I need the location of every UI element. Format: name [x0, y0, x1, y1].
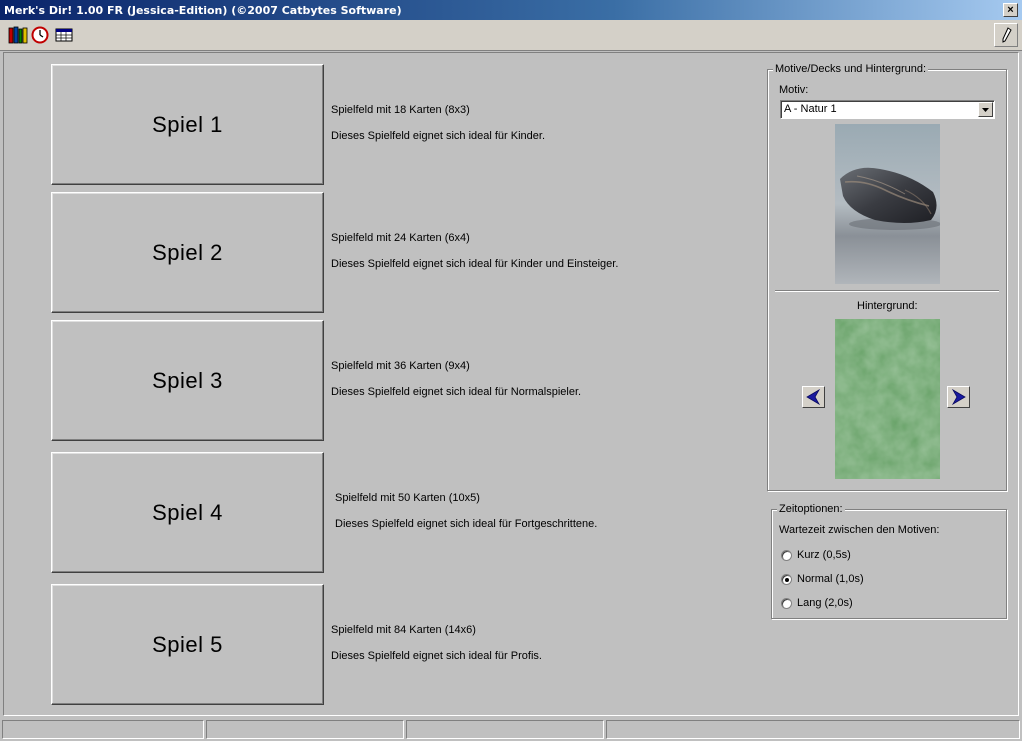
arrow-right-icon [951, 388, 966, 406]
spiel-5-button[interactable]: Spiel 5 [51, 584, 324, 705]
motiv-preview-image [835, 124, 940, 284]
hintergrund-label: Hintergrund: [857, 300, 918, 312]
radio-normal-label[interactable]: Normal (1,0s) [797, 573, 864, 585]
spiel-5-size: Spielfeld mit 84 Karten (14x6) [331, 624, 476, 636]
motive-group-label: Motive/Decks und Hintergrund: [773, 63, 929, 75]
radio-lang-label[interactable]: Lang (2,0s) [797, 597, 853, 609]
spiel-2-button[interactable]: Spiel 2 [51, 192, 324, 313]
close-button[interactable]: × [1003, 3, 1018, 17]
spiel-2-info: Dieses Spielfeld eignet sich ideal für K… [331, 258, 619, 270]
status-pane-3 [406, 720, 604, 739]
radio-kurz[interactable] [781, 550, 792, 561]
arrow-left-icon [806, 388, 821, 406]
radio-kurz-label[interactable]: Kurz (0,5s) [797, 549, 851, 561]
toolbar [0, 20, 1022, 51]
status-pane-4 [606, 720, 1020, 739]
zeitoptionen-group-label: Zeitoptionen: [777, 503, 845, 515]
motiv-select[interactable]: A - Natur 1 [780, 100, 995, 119]
table-icon[interactable] [54, 25, 74, 45]
chevron-down-icon [982, 108, 989, 112]
status-pane-2 [206, 720, 404, 739]
close-icon: × [1007, 4, 1014, 16]
spiel-4-button[interactable]: Spiel 4 [51, 452, 324, 573]
spiel-4-info: Dieses Spielfeld eignet sich ideal für F… [335, 518, 598, 530]
clock-icon[interactable] [30, 25, 50, 45]
spiel-1-button[interactable]: Spiel 1 [51, 64, 324, 185]
spiel-1-size: Spielfeld mit 18 Karten (8x3) [331, 104, 470, 116]
window-title: Merk's Dir! 1.00 FR (Jessica-Edition) (©… [4, 4, 402, 17]
motiv-label: Motiv: [779, 84, 809, 96]
spiel-5-info: Dieses Spielfeld eignet sich ideal für P… [331, 650, 542, 662]
group-divider [775, 290, 999, 292]
wartezeit-label: Wartezeit zwischen den Motiven: [779, 524, 940, 536]
spiel-3-size: Spielfeld mit 36 Karten (9x4) [331, 360, 470, 372]
motiv-selected-value: A - Natur 1 [784, 103, 837, 115]
books-icon[interactable] [8, 25, 28, 45]
spiel-4-size: Spielfeld mit 50 Karten (10x5) [335, 492, 480, 504]
spiel-3-info: Dieses Spielfeld eignet sich ideal für N… [331, 386, 582, 398]
spiel-3-button[interactable]: Spiel 3 [51, 320, 324, 441]
radio-normal[interactable] [781, 574, 792, 585]
status-bar [0, 718, 1022, 741]
spiel-1-info: Dieses Spielfeld eignet sich ideal für K… [331, 130, 546, 142]
radio-lang[interactable] [781, 598, 792, 609]
help-button[interactable] [994, 23, 1018, 47]
hintergrund-preview [835, 319, 940, 479]
spiel-2-size: Spielfeld mit 24 Karten (6x4) [331, 232, 470, 244]
pen-icon [1002, 27, 1012, 43]
hintergrund-prev-button[interactable] [802, 386, 825, 408]
title-bar[interactable]: Merk's Dir! 1.00 FR (Jessica-Edition) (©… [0, 0, 1022, 20]
status-pane-1 [2, 720, 204, 739]
hintergrund-next-button[interactable] [947, 386, 970, 408]
dropdown-button[interactable] [978, 102, 993, 117]
